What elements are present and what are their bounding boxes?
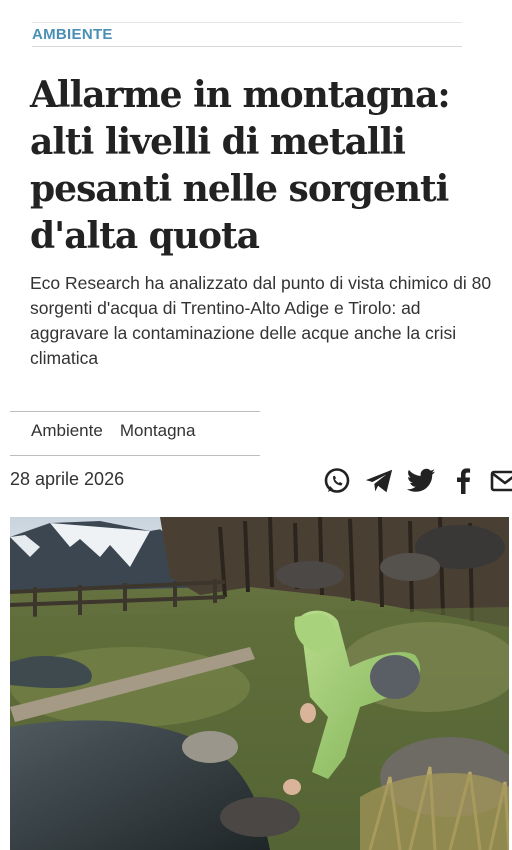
whatsapp-icon[interactable] (322, 466, 352, 496)
twitter-icon[interactable] (406, 466, 436, 496)
tags-divider-top (10, 411, 260, 412)
spring-photo-illustration (10, 517, 509, 850)
mail-icon[interactable] (490, 466, 512, 496)
article-subtitle: Eco Research ha analizzato dal punto di … (30, 273, 492, 368)
section-label[interactable]: AMBIENTE (32, 26, 462, 47)
article-photo[interactable] (10, 517, 509, 850)
tags-divider-bottom (10, 455, 260, 456)
facebook-icon[interactable] (448, 466, 478, 496)
share-bar (322, 466, 512, 496)
tag-montagna[interactable]: Montagna (120, 421, 196, 441)
publish-date: 28 aprile 2026 (10, 469, 125, 489)
tag-ambiente[interactable]: Ambiente (31, 421, 103, 441)
section-label-text[interactable]: AMBIENTE (32, 26, 113, 43)
top-divider (32, 22, 462, 23)
article-headline: Allarme in montagna: alti livelli di met… (30, 74, 451, 257)
tag-list: Ambiente Montagna (31, 421, 195, 441)
telegram-icon[interactable] (364, 466, 394, 496)
